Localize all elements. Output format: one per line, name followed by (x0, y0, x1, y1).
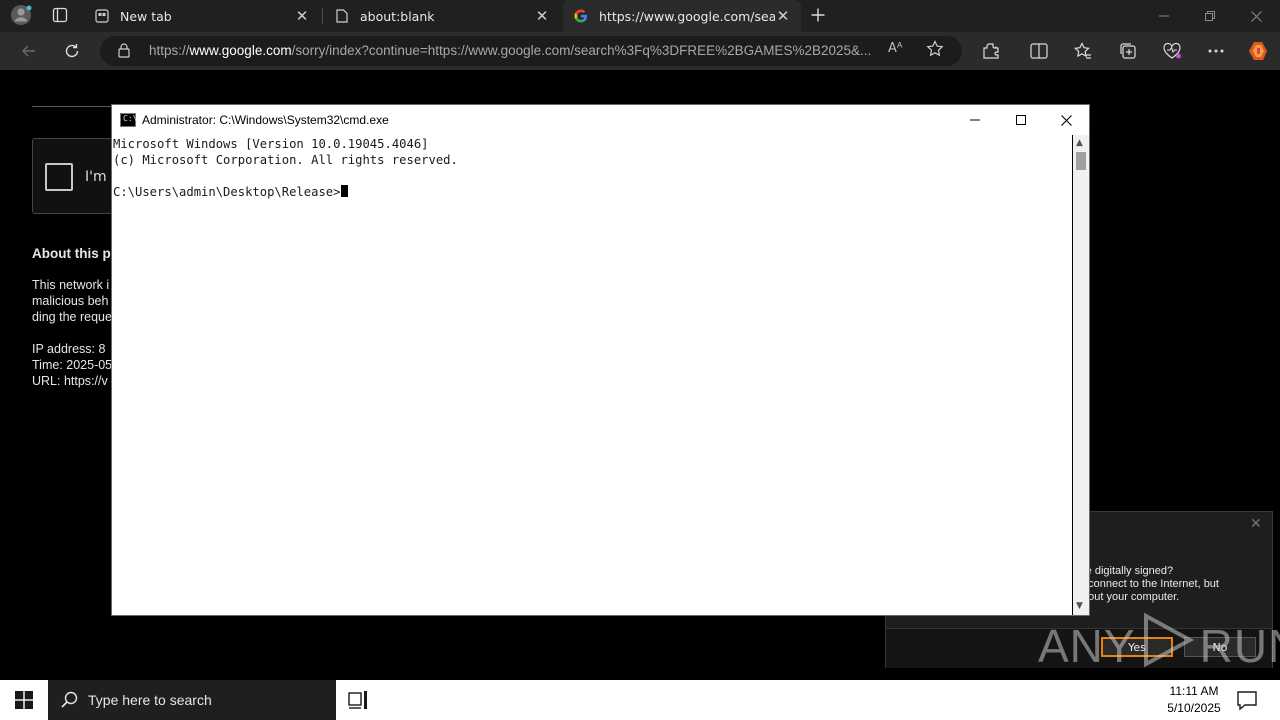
new-tab-button[interactable] (803, 1, 833, 29)
watermark-left-text: ANY (1038, 619, 1136, 672)
scrollbar-thumb[interactable] (1076, 152, 1086, 170)
tab-title: about:blank (360, 8, 435, 24)
extensions-icon[interactable] (976, 37, 1006, 65)
cmd-console-area[interactable]: Microsoft Windows [Version 10.0.19045.40… (112, 135, 1072, 615)
ip-address-line: IP address: 8 (32, 342, 106, 356)
new-tab-page-icon (94, 8, 110, 24)
scroll-down-arrow-icon[interactable]: ▼ (1076, 601, 1083, 611)
browser-minimize-button[interactable] (1141, 0, 1187, 32)
browser-essentials-icon[interactable] (1157, 37, 1187, 65)
tab-about-blank[interactable]: about:blank ✕ (324, 0, 560, 32)
anyrun-watermark: ANY RUN (1038, 612, 1280, 679)
console-line: (c) Microsoft Corporation. All rights re… (113, 153, 458, 167)
refresh-button[interactable] (57, 37, 87, 65)
divider (32, 106, 116, 107)
clock-date: 5/10/2025 (1167, 701, 1221, 715)
taskbar: Type here to search 11:11 AM 5/10/2025 (0, 680, 1280, 720)
taskbar-search-box[interactable]: Type here to search (48, 680, 336, 720)
system-clock[interactable]: 11:11 AM 5/10/2025 (1158, 683, 1230, 717)
browser-close-button[interactable] (1233, 0, 1279, 32)
paragraph-line: This network i (32, 278, 110, 292)
copilot-icon[interactable] (1243, 37, 1273, 65)
read-aloud-icon[interactable]: Aᴬ (888, 41, 903, 56)
about-heading: About this pa (32, 246, 119, 261)
browser-toolbar: https://www.google.com/sorry/index?conti… (0, 32, 1280, 70)
cmd-minimize-button[interactable] (952, 105, 998, 135)
play-logo-icon (1138, 612, 1198, 679)
url-text[interactable]: https://www.google.com/sorry/index?conti… (149, 43, 884, 58)
tab-title: New tab (120, 8, 172, 24)
search-placeholder: Type here to search (88, 692, 212, 708)
cmd-icon-text: C:\ (123, 114, 138, 123)
cmd-scrollbar[interactable]: ▲ ▼ (1073, 135, 1089, 615)
cmd-maximize-button[interactable] (998, 105, 1044, 135)
close-tab-icon[interactable]: ✕ (775, 8, 791, 24)
cmd-title-bar[interactable]: C:\ Administrator: C:\Windows\System32\c… (112, 105, 1089, 135)
task-view-icon[interactable] (347, 689, 371, 715)
cmd-title: Administrator: C:\Windows\System32\cmd.e… (142, 113, 389, 127)
lock-icon[interactable] (118, 43, 130, 62)
notification-center-icon[interactable] (1236, 689, 1258, 715)
close-icon[interactable]: ✕ (1250, 516, 1262, 532)
profile-icon[interactable] (6, 1, 36, 29)
google-icon (573, 8, 589, 24)
clock-time: 11:11 AM (1169, 684, 1219, 698)
tab-actions-icon[interactable] (45, 1, 75, 29)
favorite-star-icon[interactable] (926, 40, 944, 62)
browser-tab-strip: New tab ✕ about:blank ✕ https://www.goog… (0, 0, 1280, 32)
start-button[interactable] (0, 680, 48, 720)
tab-new-tab[interactable]: New tab ✕ (84, 0, 320, 32)
console-line: Microsoft Windows [Version 10.0.19045.40… (113, 137, 429, 151)
console-prompt-line[interactable]: C:\Users\admin\Desktop\Release> (113, 185, 349, 199)
tab-title: https://www.google.com/search?q=FREE (599, 8, 775, 24)
cmd-close-button[interactable] (1043, 105, 1089, 135)
tab-google-search[interactable]: https://www.google.com/search?q=FREE ✕ (563, 0, 801, 32)
close-tab-icon[interactable]: ✕ (534, 8, 550, 24)
time-line: Time: 2025-05 (32, 358, 113, 372)
url-path: /sorry/index?continue=https://www.google… (291, 43, 872, 58)
paragraph-line: ding the reque (32, 310, 112, 324)
desktop: New tab ✕ about:blank ✕ https://www.goog… (0, 0, 1280, 720)
url-scheme: https:// (149, 43, 190, 58)
dialog-text-line: t connect to the Internet, but (1082, 578, 1219, 590)
cmd-app-icon: C:\ (120, 113, 138, 127)
back-button[interactable] (14, 37, 44, 65)
close-tab-icon[interactable]: ✕ (294, 8, 310, 24)
favorites-icon[interactable] (1068, 37, 1098, 65)
collections-icon[interactable] (1113, 37, 1143, 65)
tab-separator (322, 8, 323, 24)
watermark-right-text: RUN (1199, 619, 1280, 672)
recaptcha-widget[interactable]: I'm n (32, 138, 122, 214)
search-icon (61, 691, 78, 712)
text-cursor (341, 185, 349, 197)
recaptcha-checkbox[interactable] (45, 163, 73, 191)
dialog-text-line: re digitally signed? (1082, 565, 1174, 577)
url-line: URL: https://v (32, 374, 108, 388)
url-domain: www.google.com (189, 43, 292, 58)
page-icon (334, 8, 350, 24)
more-options-icon[interactable] (1201, 37, 1231, 65)
address-bar[interactable]: https://www.google.com/sorry/index?conti… (100, 36, 962, 66)
console-prompt: C:\Users\admin\Desktop\Release> (113, 185, 341, 199)
browser-restore-button[interactable] (1187, 0, 1233, 32)
paragraph-line: malicious beh (32, 294, 109, 308)
split-screen-icon[interactable] (1024, 37, 1054, 65)
cmd-window[interactable]: C:\ Administrator: C:\Windows\System32\c… (111, 104, 1090, 616)
scroll-up-arrow-icon[interactable]: ▲ (1076, 138, 1083, 148)
dialog-text-line: bout your computer. (1082, 591, 1180, 603)
